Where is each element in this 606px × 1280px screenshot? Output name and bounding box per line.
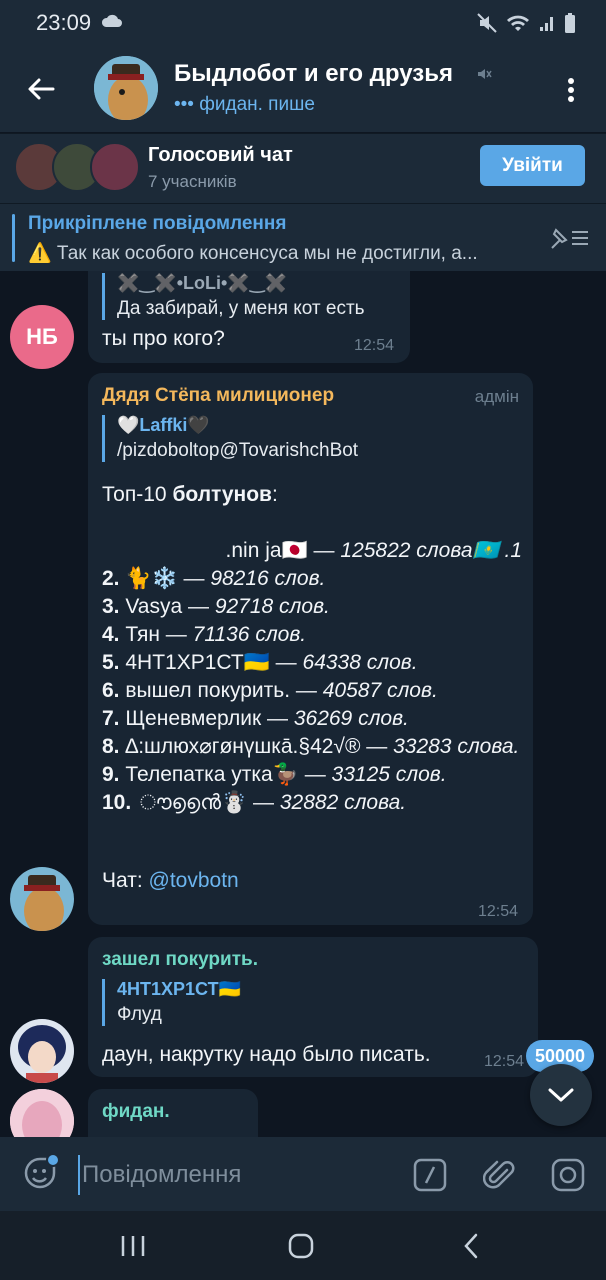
back-chevron-icon [464,1233,478,1259]
bot-command-button[interactable] [412,1157,448,1193]
heading-suffix: : [271,483,278,506]
voice-chat-title: Голосовий чат [148,144,293,166]
message-bubble[interactable]: ✖️‿✖️•LoLi•✖️‿✖️ Да забирай, у меня кот … [88,271,410,363]
message-bubble[interactable]: Дядя Стёпа милиционер адмін 🤍Laffki🖤 /pi… [88,373,533,925]
chat-link[interactable]: @tovbotn [149,869,239,892]
message-bubble[interactable]: зашел покурить. 4НТ1ХР1СТ🇺🇦 Флуд даун, н… [88,937,538,1077]
message-sender[interactable]: фидан. [102,1101,170,1123]
camera-icon [551,1158,585,1192]
reply-sender: ✖️‿✖️•LoLi•✖️‿✖️ [117,273,288,293]
chat-avatar[interactable] [94,56,158,120]
chat-header: Быдлобот и его друзья ••• фидан. пише [0,46,606,132]
avatar[interactable] [10,1089,74,1137]
avatar[interactable] [10,1019,74,1083]
message-input[interactable]: Повідомлення [78,1155,378,1195]
participant-avatar [90,142,140,192]
recent-apps-button[interactable] [118,1231,148,1261]
typing-status: ••• фидан. пише [174,94,315,115]
unpin-icon[interactable] [548,224,590,257]
cloud-icon [100,14,122,33]
back-button[interactable] [20,68,62,110]
message-sender[interactable]: зашел покурить. [102,949,258,971]
chat-link-line: Чат: @tovbotn [102,867,239,895]
more-menu-button[interactable] [556,70,586,110]
status-time: 23:09 [36,10,92,35]
join-voice-chat-button[interactable]: Увійти [480,145,585,186]
reply-text: /pizdoboltop@TovarishchBot [117,440,359,461]
new-stickers-dot [46,1153,60,1167]
leaderboard-list: .nin ja🇯🇵 — 125822 слова🇰🇿 .1 2. 🐈❄️ — 9… [102,537,522,817]
message-text: ты про кого? [102,327,225,350]
wifi-icon [506,13,530,38]
admin-badge: адмін [474,387,519,406]
camera-button[interactable] [550,1157,586,1193]
message-list[interactable]: НБ ✖️‿✖️•LoLi•✖️‿✖️ Да забирай, у меня к… [0,271,606,1137]
leaderboard-row: 5. 4НТ1ХР1СТ🇺🇦 — 64338 слов. [102,651,418,674]
recents-icon [121,1236,145,1256]
heading-bold: болтунов [172,483,272,506]
leaderboard-row: 2. 🐈❄️ — 98216 слов. [102,567,326,590]
paperclip-icon [483,1160,515,1189]
leaderboard-row: 9. Телепатка утка🦆 — 33125 слов. [102,763,447,786]
leaderboard-row: 4. Тян — 71136 слов. [102,623,307,646]
attach-button[interactable] [482,1157,518,1193]
leaderboard-row: 6. вышел покурить. — 40587 слов. [102,679,438,702]
message-sender[interactable]: Дядя Стёпа милиционер [102,385,334,407]
message-text: даун, накрутку надо было писать. [102,1043,431,1066]
mute-status-icon [476,12,498,39]
chevron-down-icon [548,1088,574,1102]
avatar-initials: НБ [26,324,58,349]
system-nav-bar [0,1211,606,1280]
chat-label: Чат: [102,869,149,892]
leaderboard-row: 10. ൗ൭൭ൻ☃️ — 32882 слова. [102,791,407,814]
reply-preview[interactable]: ✖️‿✖️•LoLi•✖️‿✖️ Да забирай, у меня кот … [102,273,365,320]
voice-chat-participants-count: 7 учасників [148,172,237,191]
leaderboard-row: 8. ∆:шлюх⌀гøнүшка̄.§42√® — 33283 слова. [102,735,520,758]
message-time: 12:54 [354,337,395,354]
reply-preview[interactable]: 4НТ1ХР1СТ🇺🇦 Флуд [102,979,241,1026]
pinned-text: ⚠️ Так как особого консенсуса мы не дост… [28,243,478,264]
signal-icon [538,13,556,38]
voice-chat-bar[interactable]: Голосовий чат 7 учасників Увійти [0,133,606,203]
leaderboard-row: .nin ja🇯🇵 — 125822 слова🇰🇿 .1 [225,539,522,562]
muted-icon [476,66,492,87]
reply-text: Да забирай, у меня кот есть [117,298,365,319]
message-composer: Повідомлення [0,1137,606,1211]
status-bar: 23:09 [0,0,606,46]
slash-command-icon [413,1158,447,1192]
home-button[interactable] [286,1231,316,1261]
avatar[interactable] [10,867,74,931]
system-back-button[interactable] [456,1231,486,1261]
message-bubble[interactable]: фидан. [88,1089,258,1137]
back-arrow-icon [28,78,55,100]
message-text: Топ-10 болтунов: [102,481,522,509]
home-icon [288,1233,314,1259]
more-vertical-icon [568,78,574,102]
message-time: 12:54 [478,903,519,920]
reply-preview[interactable]: 🤍Laffki🖤 /pizdoboltop@TovarishchBot [102,415,358,462]
chat-title[interactable]: Быдлобот и его друзья [174,60,453,88]
battery-icon [564,12,576,39]
avatar[interactable]: НБ [10,305,74,369]
heading-prefix: Топ-10 [102,483,173,506]
pinned-title: Прикріплене повідомлення [28,213,287,234]
pinned-message-bar[interactable]: Прикріплене повідомлення ⚠️ Так как особ… [0,203,606,271]
message-time: 12:54 [484,1053,525,1070]
leaderboard-row: 3. Vasya — 92718 слов. [102,595,330,618]
reply-text: Флуд [117,1004,162,1025]
reply-sender: 4НТ1ХР1СТ🇺🇦 [117,979,241,999]
reply-sender: 🤍Laffki🖤 [117,415,210,435]
leaderboard-row: 7. Щеневмерлик — 36269 слов. [102,707,409,730]
pinned-indicator [12,214,15,262]
scroll-down-button[interactable] [530,1064,592,1126]
voice-chat-participants [14,142,140,192]
